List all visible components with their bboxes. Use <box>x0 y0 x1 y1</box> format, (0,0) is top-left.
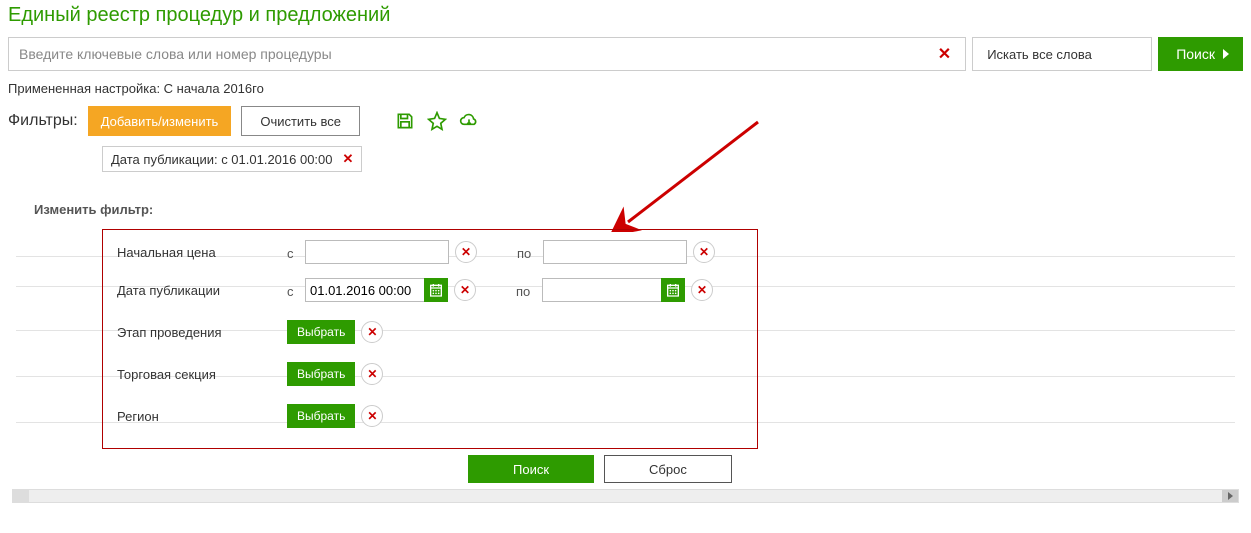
filter-panel-title: Изменить фильтр: <box>34 202 1243 217</box>
price-to-prefix: по <box>517 244 543 261</box>
price-row: Начальная цена с ✕ по ✕ <box>117 238 743 266</box>
clear-pubdate-from-icon[interactable]: ✕ <box>454 279 476 301</box>
search-mode-dropdown[interactable]: Искать все слова <box>972 37 1152 71</box>
search-bar: ✕ Искать все слова Поиск <box>8 37 1243 71</box>
pubdate-from-input[interactable] <box>305 278 425 302</box>
section-label: Торговая секция <box>117 367 287 382</box>
stage-row: Этап проведения Выбрать ✕ <box>117 318 743 346</box>
region-select-button[interactable]: Выбрать <box>287 404 355 428</box>
filter-search-button[interactable]: Поиск <box>468 455 594 483</box>
remove-tag-icon[interactable]: ✕ <box>343 151 354 167</box>
pubdate-to-prefix: по <box>516 282 542 299</box>
add-edit-filter-button[interactable]: Добавить/изменить <box>88 106 232 136</box>
scroll-left-button[interactable] <box>13 490 29 502</box>
pubdate-label: Дата публикации <box>117 283 287 298</box>
stage-select-button[interactable]: Выбрать <box>287 320 355 344</box>
search-button-label: Поиск <box>1176 46 1215 62</box>
filter-tag-text: Дата публикации: с 01.01.2016 00:00 <box>111 152 333 167</box>
clear-stage-icon[interactable]: ✕ <box>361 321 383 343</box>
search-input-wrap: ✕ <box>8 37 966 71</box>
clear-all-button[interactable]: Очистить все <box>241 106 360 136</box>
stage-label: Этап проведения <box>117 325 287 340</box>
clear-price-from-icon[interactable]: ✕ <box>455 241 477 263</box>
chevron-right-icon <box>1223 49 1229 59</box>
section-select-button[interactable]: Выбрать <box>287 362 355 386</box>
applied-settings-note: Примененная настройка: С начала 2016го <box>8 81 1243 96</box>
scroll-right-button[interactable] <box>1222 490 1238 502</box>
filter-actions: Поиск Сброс <box>468 455 1243 483</box>
price-to-input[interactable] <box>543 240 687 264</box>
clear-search-icon[interactable]: ✕ <box>932 44 957 64</box>
calendar-from-icon[interactable] <box>424 278 448 302</box>
clear-pubdate-to-icon[interactable]: ✕ <box>691 279 713 301</box>
region-label: Регион <box>117 409 287 424</box>
pubdate-row: Дата публикации с ✕ по ✕ <box>117 276 743 304</box>
search-input[interactable] <box>17 45 932 63</box>
active-filter-tag: Дата публикации: с 01.01.2016 00:00 ✕ <box>102 146 362 172</box>
search-button[interactable]: Поиск <box>1158 37 1243 71</box>
price-label: Начальная цена <box>117 245 287 260</box>
price-from-input[interactable] <box>305 240 449 264</box>
pubdate-to-input[interactable] <box>542 278 662 302</box>
section-row: Торговая секция Выбрать ✕ <box>117 360 743 388</box>
page-title: Единый реестр процедур и предложений <box>8 4 1243 27</box>
clear-region-icon[interactable]: ✕ <box>361 405 383 427</box>
filter-form-box: Начальная цена с ✕ по ✕ Дата публикации … <box>102 229 758 449</box>
horizontal-scrollbar[interactable] <box>12 489 1239 503</box>
clear-price-to-icon[interactable]: ✕ <box>693 241 715 263</box>
save-icon[interactable] <box>394 110 416 132</box>
pubdate-from-prefix: с <box>287 282 305 299</box>
filters-label: Фильтры: <box>8 112 78 130</box>
price-from-prefix: с <box>287 244 305 261</box>
star-icon[interactable] <box>426 110 448 132</box>
region-row: Регион Выбрать ✕ <box>117 402 743 430</box>
filter-reset-button[interactable]: Сброс <box>604 455 732 483</box>
clear-section-icon[interactable]: ✕ <box>361 363 383 385</box>
calendar-to-icon[interactable] <box>661 278 685 302</box>
cloud-download-icon[interactable] <box>458 110 480 132</box>
filters-toolbar: Фильтры: Добавить/изменить Очистить все <box>8 106 1243 136</box>
